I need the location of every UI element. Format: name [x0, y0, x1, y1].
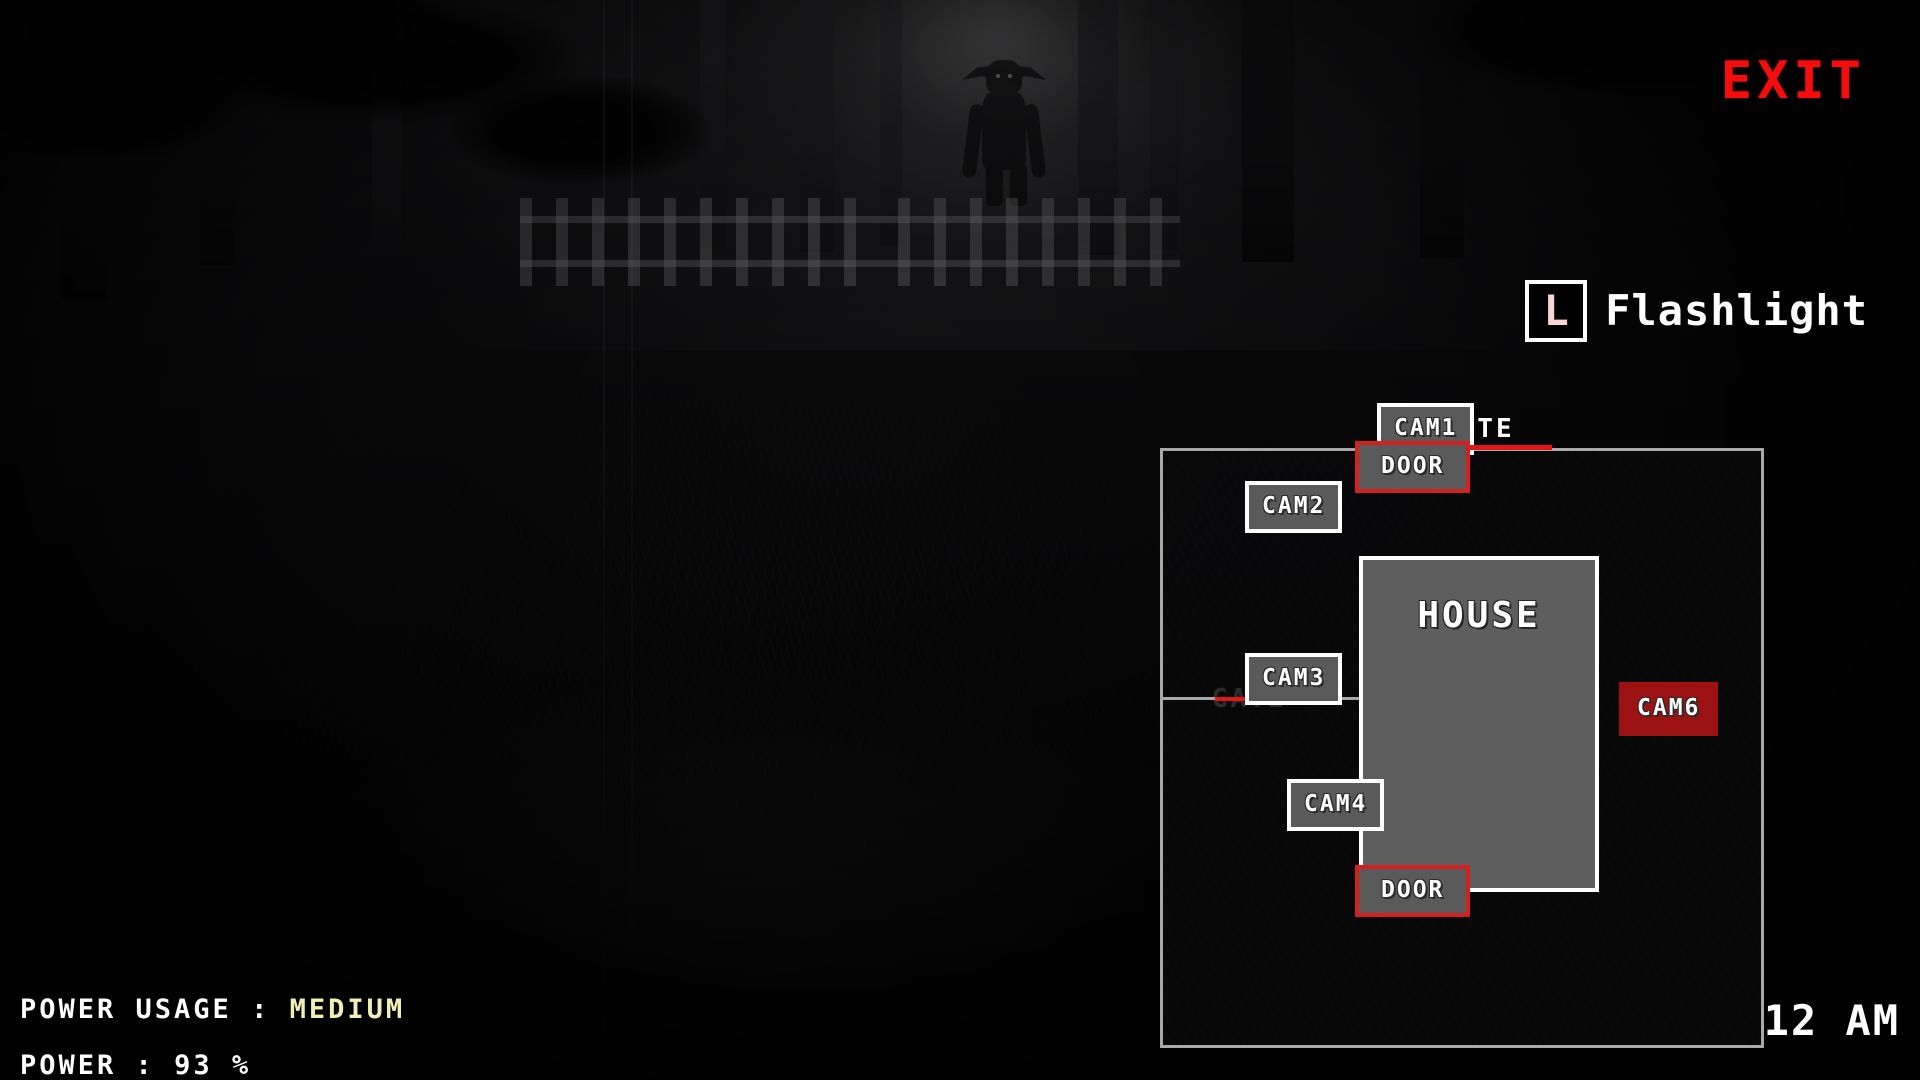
flashlight-key-badge[interactable]: L — [1525, 280, 1588, 342]
power-usage-row: POWER USAGE : MEDIUM — [20, 996, 405, 1023]
clock: 12 AM — [1763, 996, 1900, 1045]
house-region: HOUSE — [1359, 556, 1599, 892]
camera-button-cam4[interactable]: CAM4 — [1287, 779, 1385, 831]
camera-button-cam3[interactable]: CAM3 — [1245, 653, 1343, 705]
house-label: HOUSE — [1417, 595, 1541, 636]
camera-button-cam2[interactable]: CAM2 — [1245, 481, 1343, 533]
power-label: POWER : — [20, 1050, 155, 1080]
flashlight-key-letter: L — [1543, 286, 1569, 335]
door-button-back[interactable]: DOOR — [1355, 865, 1471, 917]
security-map-panel[interactable]: HOUSE DOOR DOOR CAM1 CAM2 CAM3 CAM4 CAM6 — [1160, 403, 1764, 1048]
flashlight-hint[interactable]: L Flashlight — [1525, 280, 1868, 342]
canopy-right — [1320, 0, 1920, 280]
power-usage-label: POWER USAGE : — [20, 994, 271, 1025]
power-usage-value: MEDIUM — [289, 994, 406, 1025]
tree-silhouette — [1242, 0, 1294, 262]
picket-fence — [520, 198, 1180, 288]
power-value: 93 % — [174, 1050, 252, 1080]
flashlight-label: Flashlight — [1605, 286, 1868, 335]
power-row: POWER : 93 % — [20, 1052, 251, 1079]
creature-silhouette — [944, 60, 1064, 206]
game-screen: EXIT L Flashlight POWER USAGE : MEDIUM P… — [0, 0, 1920, 1080]
exit-button[interactable]: EXIT — [1721, 55, 1866, 107]
door-button-front[interactable]: DOOR — [1355, 441, 1471, 493]
camera-button-cam6[interactable]: CAM6 — [1619, 682, 1719, 736]
